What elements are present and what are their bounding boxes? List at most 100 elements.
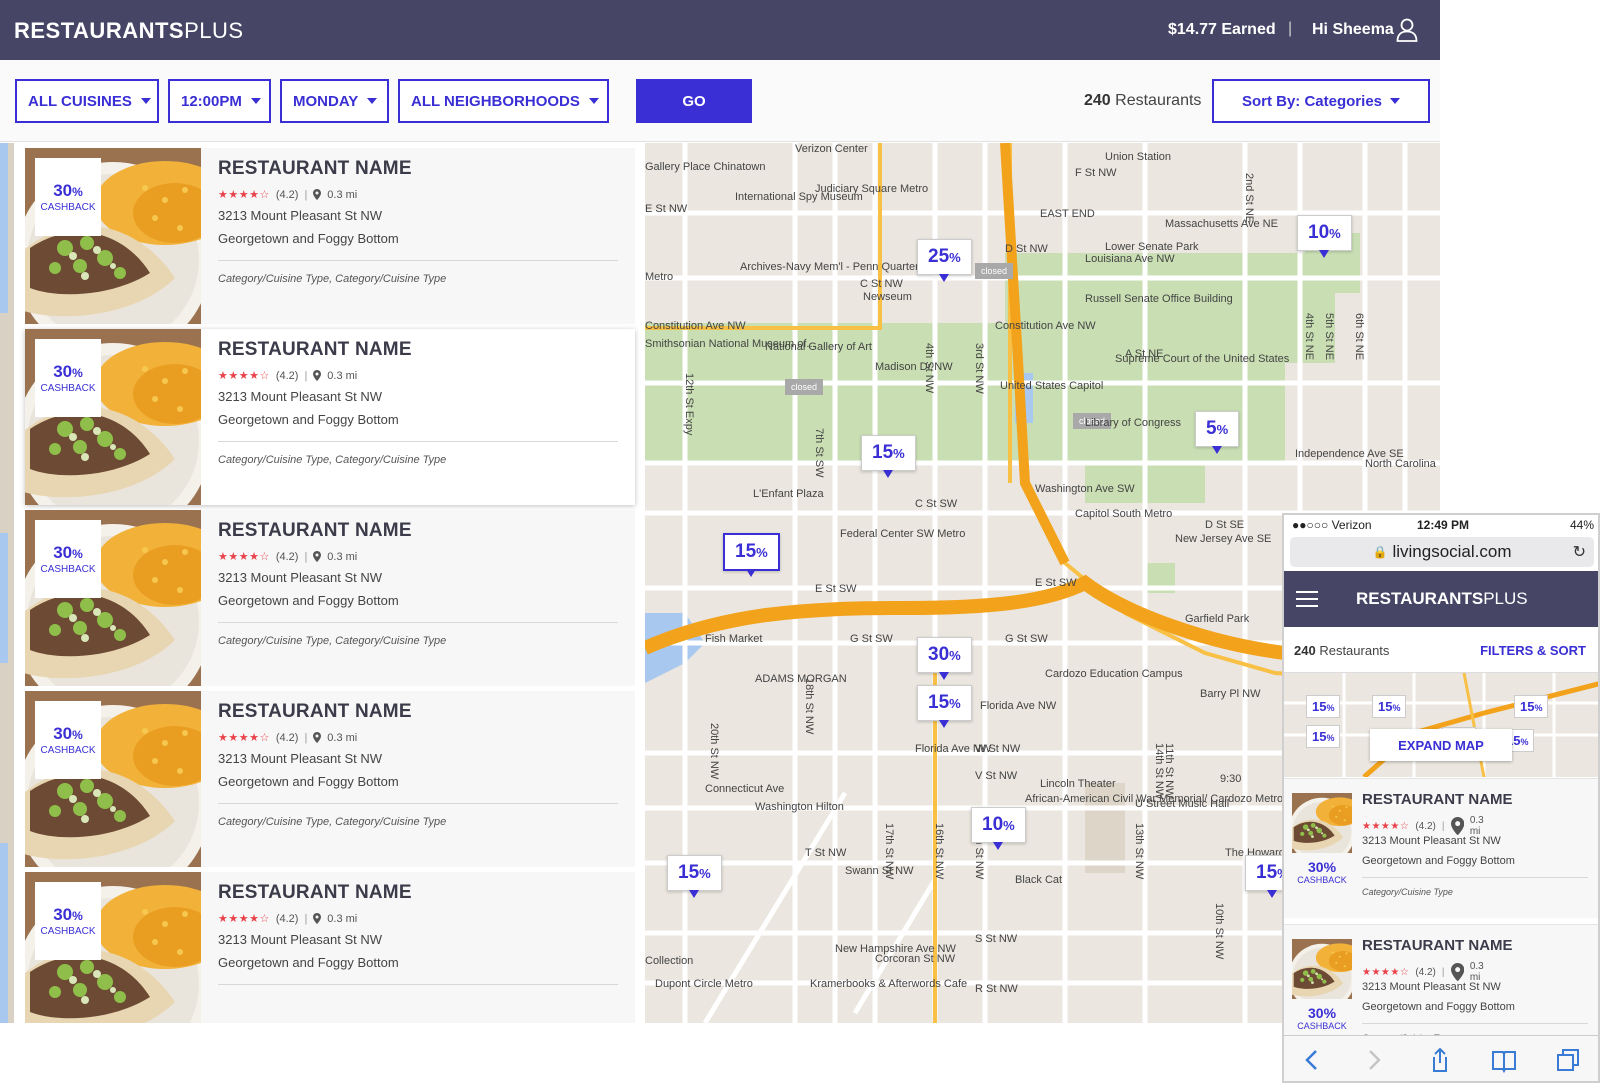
restaurant-card[interactable]: 30% CASHBACK RESTAURANT NAME ★★★★☆ (4.2)… (25, 872, 635, 1023)
restaurant-photo[interactable]: 30% CASHBACK (25, 872, 201, 1023)
mobile-map[interactable]: 15%15%15%15%15%15% EXPAND MAP (1284, 673, 1598, 777)
restaurant-neighborhood: Georgetown and Foggy Bottom (218, 593, 399, 608)
mobile-restaurant-photo[interactable] (1292, 939, 1352, 999)
map-label: 3rd St NW (973, 343, 985, 394)
restaurant-address: 3213 Mount Pleasant St NW (218, 389, 383, 404)
map-label: Constitution Ave NW (995, 320, 1096, 332)
cashback-percent: 30% (53, 362, 83, 381)
tabs-icon[interactable] (1554, 1046, 1582, 1074)
user-icon[interactable] (1396, 18, 1418, 42)
app-logo[interactable]: RESTAURANTSPLUS (14, 18, 244, 44)
day-dropdown[interactable]: MONDAY (280, 79, 389, 123)
restaurant-photo[interactable]: 30% CASHBACK (25, 691, 201, 867)
mobile-filter-row: 240 Restaurants FILTERS & SORT (1284, 627, 1598, 673)
filters-sort-button[interactable]: FILTERS & SORT (1480, 643, 1586, 658)
restaurant-name[interactable]: RESTAURANT NAME (218, 882, 412, 904)
mobile-restaurant-card[interactable]: 30% CASHBACK RESTAURANT NAME ★★★★☆ (4.2)… (1284, 778, 1598, 918)
map-label: Louisiana Ave NW (1085, 253, 1175, 265)
mobile-logo-light: PLUS (1483, 589, 1528, 608)
map-label: Fish Market (705, 633, 763, 645)
expand-map-button[interactable]: EXPAND MAP (1370, 729, 1512, 761)
battery-level: 44% (1569, 518, 1594, 532)
restaurant-name[interactable]: RESTAURANT NAME (218, 701, 412, 723)
neighborhood-dropdown[interactable]: ALL NEIGHBORHOODS (398, 79, 609, 123)
map-cashback-pin[interactable]: 15% (917, 685, 972, 728)
cashback-label: CASHBACK (40, 383, 96, 394)
cuisine-dropdown[interactable]: ALL CUISINES (15, 79, 159, 123)
food-photo (1292, 793, 1352, 853)
url-bar[interactable]: 🔒 livingsocial.com ↻ (1290, 537, 1594, 567)
restaurant-photo[interactable]: 30% CASHBACK (25, 510, 201, 686)
map-label: Madison Dr NW (875, 361, 953, 373)
restaurant-name[interactable]: RESTAURANT NAME (218, 339, 412, 361)
map-label: Newseum (863, 291, 912, 303)
location-pin-icon (1450, 962, 1464, 982)
card-divider (1362, 1023, 1588, 1024)
mobile-map-pin[interactable]: 15% (1306, 725, 1341, 748)
time-dropdown-label: 12:00PM (181, 92, 242, 110)
map-cashback-pin[interactable]: 15% (723, 533, 780, 577)
restaurant-address: 3213 Mount Pleasant St NW (218, 932, 383, 947)
closed-tag: closed (785, 379, 824, 395)
closed-tag: closed (975, 263, 1014, 279)
mobile-map-pin[interactable]: 15% (1306, 695, 1341, 718)
restaurant-name[interactable]: RESTAURANT NAME (218, 158, 412, 180)
url-text: livingsocial.com (1392, 542, 1512, 561)
mobile-restaurant-address: 3213 Mount Pleasant St NW (1362, 835, 1501, 847)
back-icon[interactable] (1298, 1046, 1326, 1074)
distance: 0.3 mi (327, 912, 358, 925)
mobile-map-pin[interactable]: 15% (1372, 695, 1407, 718)
mobile-restaurant-name[interactable]: RESTAURANT NAME (1362, 937, 1513, 954)
restaurant-photo[interactable]: 30% CASHBACK (25, 148, 201, 324)
restaurant-meta: ★★★★☆ (4.2) | 0.3 mi (218, 369, 357, 383)
reload-icon[interactable]: ↻ (1573, 542, 1586, 562)
map-label: Union Station (1105, 151, 1172, 163)
location-pin-icon (313, 732, 322, 743)
hamburger-menu-icon[interactable] (1296, 591, 1318, 607)
map-cashback-pin[interactable]: 15% (861, 435, 916, 478)
mobile-restaurant-photo[interactable] (1292, 793, 1352, 853)
map-label: EAST END (1040, 208, 1095, 220)
map-label: Swann St NW (845, 865, 914, 877)
header-separator: | (1288, 20, 1293, 37)
restaurant-photo[interactable]: 30% CASHBACK (25, 329, 201, 505)
time-dropdown[interactable]: 12:00PM (168, 79, 271, 123)
lock-icon: 🔒 (1372, 545, 1388, 559)
forward-icon[interactable] (1360, 1046, 1388, 1074)
restaurant-list[interactable]: 30% CASHBACK RESTAURANT NAME ★★★★☆ (4.2)… (0, 143, 645, 1023)
mobile-logo[interactable]: RESTAURANTSPLUS (1356, 589, 1528, 609)
map-cashback-pin[interactable]: 15% (667, 855, 722, 898)
sort-dropdown[interactable]: Sort By: Categories (1212, 79, 1430, 123)
restaurant-name[interactable]: RESTAURANT NAME (218, 520, 412, 542)
map-label: Library of Congress (1085, 417, 1181, 429)
restaurant-card[interactable]: 30% CASHBACK RESTAURANT NAME ★★★★☆ (4.2)… (25, 148, 635, 324)
map-label: National Gallery of Art (765, 341, 872, 353)
share-icon[interactable] (1426, 1046, 1454, 1074)
map-label: 12th St Expy (683, 373, 695, 436)
restaurant-address: 3213 Mount Pleasant St NW (218, 751, 383, 766)
mobile-map-pin[interactable]: 15% (1514, 695, 1549, 718)
chevron-down-icon (588, 98, 599, 104)
map-label: V St NW (975, 770, 1018, 782)
restaurant-card[interactable]: 30% CASHBACK RESTAURANT NAME ★★★★☆ (4.2)… (25, 510, 635, 686)
restaurant-neighborhood: Georgetown and Foggy Bottom (218, 955, 399, 970)
restaurant-neighborhood: Georgetown and Foggy Bottom (218, 231, 399, 246)
bookmarks-icon[interactable] (1490, 1046, 1518, 1074)
restaurant-card[interactable]: 30% CASHBACK RESTAURANT NAME ★★★★☆ (4.2)… (25, 691, 635, 867)
map-cashback-pin[interactable]: 5% (1195, 411, 1240, 454)
location-pin-icon (313, 913, 322, 924)
go-button[interactable]: GO (636, 79, 752, 123)
chevron-down-icon (250, 98, 261, 104)
earned-amount[interactable]: $14.77 Earned (1168, 21, 1276, 39)
map-cashback-pin[interactable]: 25% (917, 239, 972, 282)
distance: 0.3 mi (327, 550, 358, 563)
map-cashback-pin[interactable]: 10% (1297, 215, 1352, 258)
restaurant-card[interactable]: 30% CASHBACK RESTAURANT NAME ★★★★☆ (4.2)… (25, 329, 635, 505)
map-label: 6th St NE (1353, 313, 1365, 361)
meta-divider: | (1441, 966, 1445, 978)
map-cashback-pin[interactable]: 30% (917, 637, 972, 680)
mobile-restaurant-name[interactable]: RESTAURANT NAME (1362, 791, 1513, 808)
map-cashback-pin[interactable]: 10% (971, 807, 1026, 850)
card-divider (1362, 877, 1588, 878)
user-greeting[interactable]: Hi Sheema (1312, 21, 1394, 39)
